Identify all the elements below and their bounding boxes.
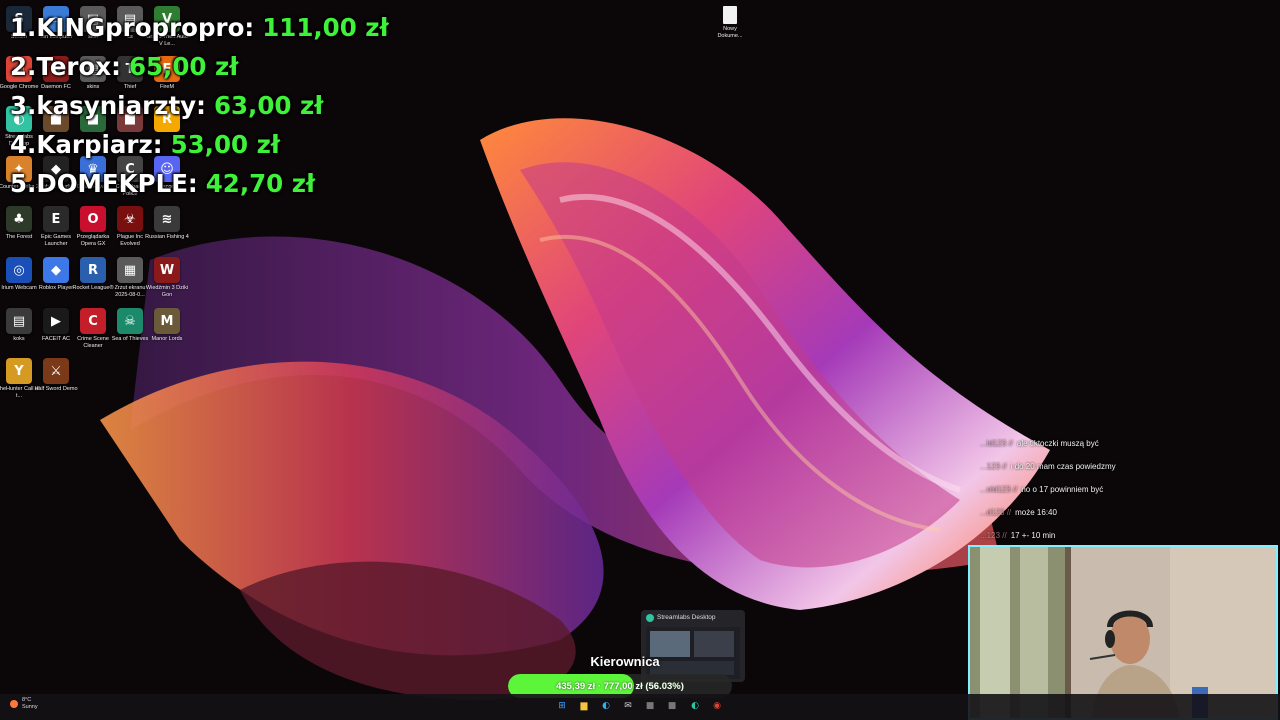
desktop-icon[interactable]: ▶ FACEIT AC [37,308,75,362]
leaderboard-rank: 4. [10,130,37,159]
chat-text: i do 20 mam czas powiedzmy [1010,462,1116,471]
game-icon: ⚔ [43,358,69,384]
weather-icon [10,700,18,708]
desktop-icon[interactable]: ⚔ Half Sword Demo [34,358,78,412]
desktop-file-new-document[interactable]: Nowy Dokume... [716,6,744,39]
chat-text: ale tiktoczki muszą być [1016,439,1099,448]
desktop-icon-label: Russian Fishing 4 [145,234,189,240]
chat-username: ...123 // [980,462,1007,471]
leaderboard-name: DOMEKPLE: [36,169,198,198]
leaderboard-name: Karpiarz: [36,130,163,159]
streamlabs-taskbar-icon[interactable]: ◐ [688,699,702,713]
desktop-icon[interactable]: ☣ Plague Inc Evolved [111,206,149,260]
chat-message: ...123 // 17 +- 10 min [980,524,1170,547]
opera-gx-icon: O [80,206,106,232]
leaderboard-row: 1. KINGpropropro: 111,00 zł [10,8,389,47]
app-icon[interactable]: ■ [665,699,679,713]
desktop-icon-label: Wiedźmin 3 Dziki Gon [145,285,189,298]
leaderboard-amount: 63,00 zł [213,91,324,120]
leaderboard-rank: 5. [10,169,37,198]
leaderboard-amount: 42,70 zł [205,169,316,198]
streamlabs-thumbnail-image [650,631,734,675]
leaderboard-row: 2. Terox: 65,00 zł [10,47,389,86]
leaderboard-name: KINGpropropro: [36,13,255,42]
app-icon[interactable]: ■ [643,699,657,713]
desktop-icon[interactable]: ◆ Roblox Player [37,257,75,311]
webcam-icon: ◎ [6,257,32,283]
faceit-icon: ▶ [43,308,69,334]
witcher-icon: W [154,257,180,283]
game-icon: ≋ [154,206,180,232]
epic-icon: E [43,206,69,232]
chat-username: ...d123 // [980,508,1012,517]
rocket-league-icon: R [80,257,106,283]
desktop-icon[interactable]: E Epic Games Launcher [37,206,75,260]
leaderboard-row: 4. Karpiarz: 53,00 zł [10,125,389,164]
desktop-icon[interactable]: W Wiedźmin 3 Dziki Gon [145,257,189,311]
chat-message: ...old123 // no o 17 powinniem być [980,478,1170,501]
weather-widget[interactable]: 8°C Sunny [10,697,38,711]
desktop-icon[interactable]: ☠ Sea of Thieves [111,308,149,362]
chat-text: no o 17 powinniem być [1021,485,1104,494]
desktop-icon[interactable]: ≋ Russian Fishing 4 [145,206,189,260]
desktop-icon[interactable]: C Crime Scene Cleaner [74,308,112,362]
game-icon: C [80,308,106,334]
weather-temp: 8°C [22,697,32,703]
weather-text: 8°C Sunny [22,697,38,711]
streamlabs-icon [646,614,654,622]
plague-icon: ☣ [117,206,143,232]
leaderboard-row: 5. DOMEKPLE: 42,70 zł [10,164,389,203]
desktop-icon-label: Half Sword Demo [34,386,78,392]
desktop-icon[interactable]: YtheHunter Call of t... [0,358,40,412]
roblox-icon: ◆ [43,257,69,283]
leaderboard-name: Terox: [36,52,121,81]
weather-condition: Sunny [22,704,38,710]
chat-username: ...ld123 // [980,439,1013,448]
folder-icon: ▤ [6,308,32,334]
desktop-icon[interactable]: ▤ koks [0,308,38,362]
goal-title: Kierownica [590,654,660,669]
file-explorer-icon[interactable]: ▆ [577,699,591,713]
mail-icon[interactable]: ✉ [621,699,635,713]
desktop-icon[interactable]: O Przeglądarka Opera GX [74,206,112,260]
leaderboard-amount: 65,00 zł [128,52,239,81]
streamlabs-preview-thumbnail [646,627,740,679]
game-icon: Y [6,358,32,384]
leaderboard-rank: 1. [10,13,37,42]
desktop-icon[interactable]: ▦ Zrzut ekranu 2025-08-0... [111,257,149,311]
desktop-icon[interactable]: ♣ The Forest [0,206,38,260]
document-icon [723,6,737,24]
desktop-icon-label: Manor Lords [151,336,183,342]
chat-overlay: ...ld123 // ale tiktoczki muszą być ...1… [980,432,1170,547]
desktop-icon[interactable]: M Manor Lords [148,308,186,362]
leaderboard-amount: 53,00 zł [170,130,280,159]
sea-of-thieves-icon: ☠ [117,308,143,334]
chat-message: ...ld123 // ale tiktoczki muszą być [980,432,1170,455]
streamlabs-window-preview[interactable]: Streamlabs Desktop [641,610,745,682]
desktop-icon[interactable]: R Rocket League® [72,257,114,311]
chat-message: ...d123 // może 16:40 [980,501,1170,524]
chat-text: może 16:40 [1015,508,1057,517]
donation-leaderboard: 1. KINGpropropro: 111,00 zł 2. Terox: 65… [10,8,389,203]
leaderboard-rank: 2. [10,52,37,81]
leaderboard-amount: 111,00 zł [262,13,389,42]
streamlabs-preview-title: Streamlabs Desktop [657,614,716,621]
desktop-icon[interactable]: ◎ Irium Webcam [0,257,38,311]
image-file-icon: ▦ [117,257,143,283]
windows-start-icon[interactable]: ⊞ [555,699,569,713]
desktop-file-label: Nowy Dokume... [717,26,743,39]
game-icon: M [154,308,180,334]
leaderboard-rank: 3. [10,91,37,120]
leaderboard-row: 3. kasyniarzty: 63,00 zł [10,86,389,125]
chat-message: ...123 // i do 20 mam czas powiedzmy [980,455,1170,478]
game-icon: ♣ [6,206,32,232]
chrome-taskbar-icon[interactable]: ◉ [710,699,724,713]
leaderboard-name: kasyniarzty: [36,91,206,120]
taskbar: 8°C Sunny ⊞ ▆ ◐ ✉ ■ ■ ◐ ◉ [0,694,1280,720]
chat-username: ...123 // [980,531,1007,540]
edge-icon[interactable]: ◐ [599,699,613,713]
chat-username: ...old123 // [980,485,1018,494]
chat-text: 17 +- 10 min [1010,531,1056,540]
